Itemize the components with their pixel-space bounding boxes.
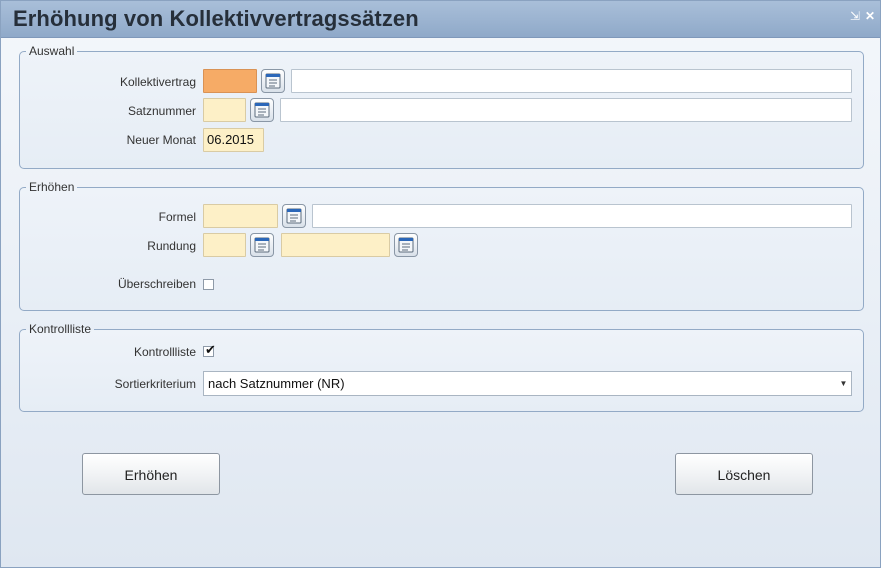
satznummer-label: Satznummer bbox=[127, 104, 196, 118]
restore-icon[interactable]: ⇲ bbox=[850, 9, 860, 23]
list-picker-icon bbox=[265, 73, 281, 89]
kontrollliste-label: Kontrollliste bbox=[133, 345, 196, 359]
kontrollliste-legend: Kontrollliste bbox=[29, 322, 92, 336]
kontrollliste-group: Kontrollliste bbox=[19, 322, 864, 412]
title-bar: Erhöhung von Kollektivvertragssätzen ⇲ ✕ bbox=[1, 1, 880, 38]
rundung-text-input[interactable] bbox=[281, 233, 390, 257]
kollektivvertrag-text-input[interactable] bbox=[291, 69, 852, 93]
erhoehen-button[interactable]: Erhöhen bbox=[82, 453, 220, 495]
rundung-label: Rundung bbox=[147, 239, 196, 253]
kollektivvertrag-label: Kollektivertrag bbox=[119, 75, 196, 89]
formel-code-input[interactable] bbox=[203, 204, 278, 228]
formel-label: Formel bbox=[158, 210, 196, 224]
kollektivvertrag-code-input[interactable] bbox=[203, 69, 257, 93]
formel-text-input[interactable] bbox=[312, 204, 852, 228]
satznummer-code-input[interactable] bbox=[203, 98, 246, 122]
formel-picker-button[interactable] bbox=[282, 204, 306, 228]
satznummer-picker-button[interactable] bbox=[250, 98, 274, 122]
ueberschreiben-label: Überschreiben bbox=[117, 277, 196, 291]
sortierkriterium-label: Sortierkriterium bbox=[114, 377, 196, 391]
list-picker-icon bbox=[254, 102, 270, 118]
ueberschreiben-checkbox[interactable] bbox=[203, 279, 214, 290]
list-picker-icon bbox=[398, 237, 414, 253]
dialog-window: Erhöhung von Kollektivvertragssätzen ⇲ ✕… bbox=[0, 0, 881, 568]
checkmark-icon: ✔ bbox=[205, 342, 216, 357]
sortierkriterium-select[interactable]: nach Satznummer (NR) ▼ bbox=[203, 371, 852, 396]
neuer-monat-input[interactable]: 06.2015 bbox=[203, 128, 264, 152]
rundung-text-picker-button[interactable] bbox=[394, 233, 418, 257]
neuer-monat-label: Neuer Monat bbox=[126, 133, 196, 147]
satznummer-text-input[interactable] bbox=[280, 98, 852, 122]
rundung-picker-button[interactable] bbox=[250, 233, 274, 257]
chevron-down-icon[interactable]: ▼ bbox=[836, 372, 851, 395]
auswahl-legend: Auswahl bbox=[29, 44, 75, 58]
list-picker-icon bbox=[254, 237, 270, 253]
loeschen-button[interactable]: Löschen bbox=[675, 453, 813, 495]
erhoehen-legend: Erhöhen bbox=[29, 180, 75, 194]
close-icon[interactable]: ✕ bbox=[865, 9, 875, 23]
kollektivvertrag-picker-button[interactable] bbox=[261, 69, 285, 93]
window-title: Erhöhung von Kollektivvertragssätzen bbox=[13, 6, 419, 31]
sortierkriterium-value: nach Satznummer (NR) bbox=[208, 376, 345, 391]
rundung-code-input[interactable] bbox=[203, 233, 246, 257]
list-picker-icon bbox=[286, 208, 302, 224]
kontrollliste-checkbox[interactable]: ✔ bbox=[203, 342, 216, 357]
